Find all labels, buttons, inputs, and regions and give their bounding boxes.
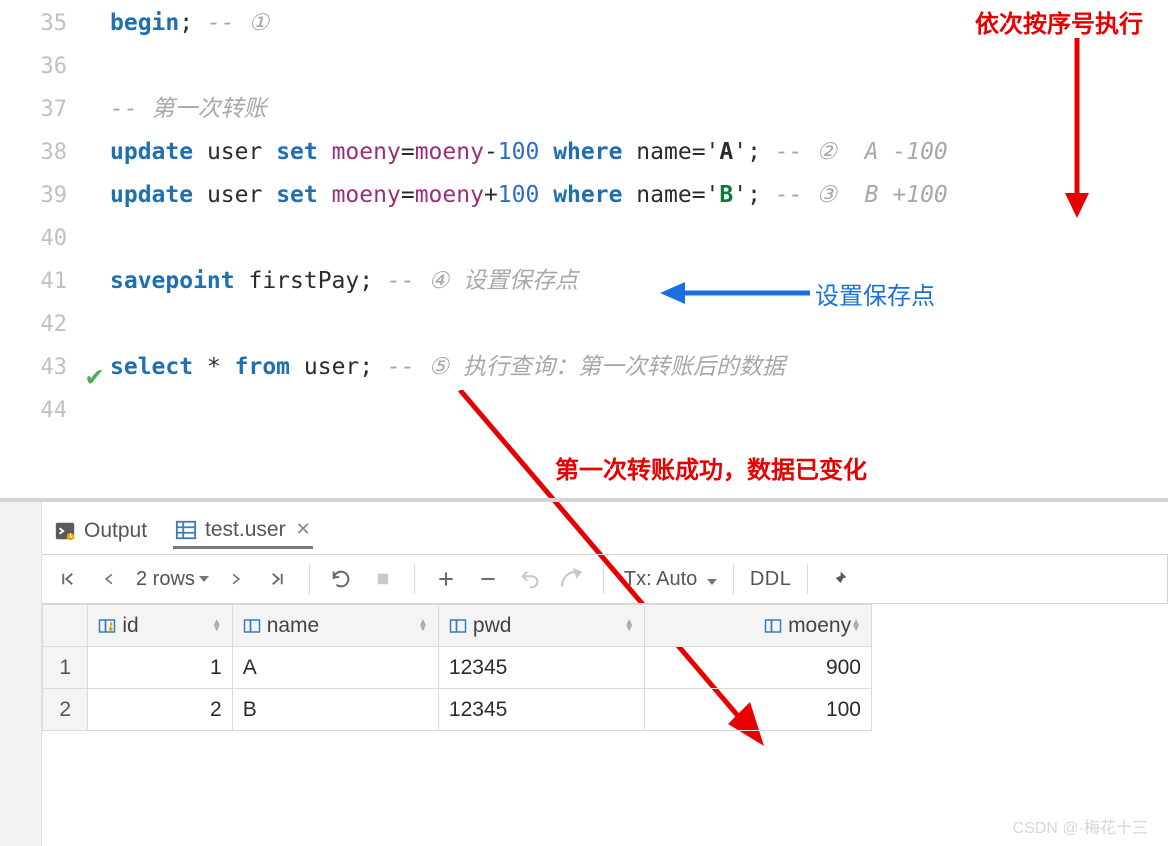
tab-output[interactable]: Output: [52, 515, 149, 547]
table-icon: [175, 519, 197, 541]
cell-moeny[interactable]: 100: [645, 689, 872, 731]
result-grid[interactable]: id▲▼ name▲▼ pwd▲▼ moeny▲▼ 1 1: [42, 604, 1168, 731]
result-panel: Output test.user ✕ 2 rows: [0, 498, 1168, 846]
last-page-button[interactable]: [263, 564, 293, 594]
tab-table[interactable]: test.user ✕: [173, 514, 313, 549]
tx-label-text: Tx: Auto: [624, 568, 697, 590]
close-icon[interactable]: ✕: [296, 519, 311, 540]
line-number: 41: [0, 260, 109, 303]
ddl-button[interactable]: DDL: [750, 568, 792, 591]
add-row-button[interactable]: [431, 564, 461, 594]
code-line[interactable]: update user set moeny=moeny+100 where na…: [110, 174, 1168, 217]
chevron-down-icon: [199, 576, 209, 582]
sort-icon[interactable]: ▲▼: [212, 620, 222, 632]
stop-button[interactable]: [368, 564, 398, 594]
arrow-down-icon: [1060, 38, 1094, 222]
line-number: 36: [0, 45, 109, 88]
line-number: 37: [0, 88, 109, 131]
column-icon: [449, 617, 467, 635]
result-tabs: Output test.user ✕: [0, 502, 1168, 554]
line-number: 43✔: [0, 346, 109, 389]
prev-page-button[interactable]: [94, 564, 124, 594]
sort-icon[interactable]: ▲▼: [624, 620, 634, 632]
line-gutter: 35 36 37 38 39 40 41 42 43✔ 44: [0, 0, 110, 435]
column-header-name[interactable]: name▲▼: [232, 605, 438, 647]
column-header-id[interactable]: id▲▼: [88, 605, 232, 647]
key-column-icon: [98, 617, 116, 635]
row-number: 1: [43, 647, 88, 689]
annotation-savepoint: 设置保存点: [815, 276, 935, 311]
cell-id[interactable]: 2: [88, 689, 232, 731]
pin-button[interactable]: [824, 564, 854, 594]
code-line[interactable]: [110, 45, 1168, 88]
cell-pwd[interactable]: 12345: [438, 647, 644, 689]
line-number: 40: [0, 217, 109, 260]
table-row[interactable]: 1 1 A 12345 900: [43, 647, 872, 689]
code-line[interactable]: update user set moeny=moeny-100 where na…: [110, 131, 1168, 174]
refresh-button[interactable]: [326, 564, 356, 594]
result-toolbar: 2 rows Tx: Auto: [42, 554, 1168, 604]
line-number: 44: [0, 389, 109, 432]
tab-table-label: test.user: [205, 518, 286, 542]
cell-pwd[interactable]: 12345: [438, 689, 644, 731]
column-header-moeny[interactable]: moeny▲▼: [645, 605, 872, 647]
revert-button[interactable]: [515, 564, 545, 594]
column-header-pwd[interactable]: pwd▲▼: [438, 605, 644, 647]
table-row[interactable]: 2 2 B 12345 100: [43, 689, 872, 731]
watermark: CSDN @·梅花十三: [1013, 814, 1148, 838]
console-icon: [54, 520, 76, 542]
line-number: 38: [0, 131, 109, 174]
tx-mode-dropdown[interactable]: Tx: Auto: [624, 568, 717, 591]
row-number: 2: [43, 689, 88, 731]
code-line[interactable]: savepoint firstPay; -- ④ 设置保存点: [110, 260, 1168, 303]
tab-output-label: Output: [84, 519, 147, 543]
chevron-down-icon: [707, 579, 717, 585]
sort-icon[interactable]: ▲▼: [851, 620, 861, 632]
panel-gutter: [0, 502, 42, 846]
cell-moeny[interactable]: 900: [645, 647, 872, 689]
line-number: 42: [0, 303, 109, 346]
arrow-left-icon: [660, 278, 810, 312]
code-line[interactable]: [110, 217, 1168, 260]
grid-corner: [43, 605, 88, 647]
annotation-execute-in-order: 依次按序号执行: [975, 4, 1143, 39]
rows-dropdown[interactable]: 2 rows: [136, 568, 209, 591]
cell-name[interactable]: B: [232, 689, 438, 731]
code-line[interactable]: -- 第一次转账: [110, 88, 1168, 131]
code-line[interactable]: select * from user; -- ⑤ 执行查询：第一次转账后的数据: [110, 346, 1168, 389]
code-line[interactable]: [110, 303, 1168, 346]
submit-button[interactable]: [557, 564, 587, 594]
column-icon: [243, 617, 261, 635]
delete-row-button[interactable]: [473, 564, 503, 594]
first-page-button[interactable]: [52, 564, 82, 594]
code-area[interactable]: begin; -- ① -- 第一次转账 update user set moe…: [110, 0, 1168, 435]
line-number: 39: [0, 174, 109, 217]
next-page-button[interactable]: [221, 564, 251, 594]
sort-icon[interactable]: ▲▼: [418, 620, 428, 632]
code-editor[interactable]: 35 36 37 38 39 40 41 42 43✔ 44 begin; --…: [0, 0, 1168, 435]
rows-label-text: 2 rows: [136, 568, 195, 591]
column-icon: [764, 617, 782, 635]
cell-id[interactable]: 1: [88, 647, 232, 689]
line-number: 35: [0, 2, 109, 45]
cell-name[interactable]: A: [232, 647, 438, 689]
